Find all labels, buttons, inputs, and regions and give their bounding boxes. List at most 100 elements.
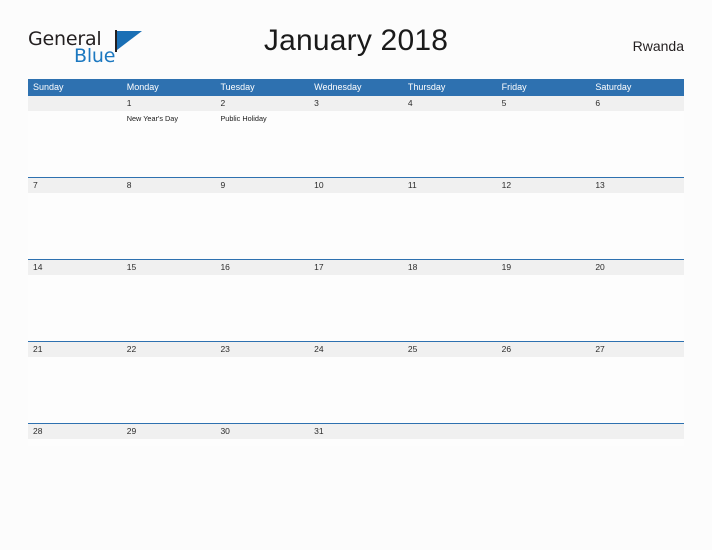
- day-number[interactable]: 21: [28, 342, 122, 357]
- day-number[interactable]: 10: [309, 178, 403, 193]
- day-number[interactable]: 16: [215, 260, 309, 275]
- day-number[interactable]: 19: [497, 260, 591, 275]
- day-cell[interactable]: [122, 193, 216, 196]
- calendar-week-row: 28 29 30 31: [28, 423, 684, 446]
- calendar-week-row: 14 15 16 17 18 19 20: [28, 259, 684, 341]
- date-number-band: 21 22 23 24 25 26 27: [28, 342, 684, 357]
- day-number-empty: [403, 424, 497, 439]
- day-cell[interactable]: [215, 439, 309, 442]
- weekday-header-monday: Monday: [126, 82, 159, 92]
- event-band: [28, 439, 684, 442]
- day-cell: [590, 439, 684, 442]
- day-number[interactable]: 26: [497, 342, 591, 357]
- page-title: January 2018: [263, 24, 449, 57]
- day-number[interactable]: 1: [122, 96, 216, 111]
- day-cell: [28, 111, 122, 124]
- event-label: New Year's Day: [126, 114, 178, 123]
- weekday-header-friday: Friday: [501, 82, 527, 92]
- day-cell[interactable]: [309, 111, 403, 124]
- date-number-band: 28 29 30 31: [28, 424, 684, 439]
- calendar-week-row: 1 2 3 4 5 6 New Year's Day Public Holiday: [28, 96, 684, 177]
- day-cell[interactable]: [28, 439, 122, 442]
- date-number-band: 7 8 9 10 11 12 13: [28, 178, 684, 193]
- day-cell[interactable]: [403, 275, 497, 278]
- day-number[interactable]: 9: [215, 178, 309, 193]
- day-cell[interactable]: [497, 193, 591, 196]
- calendar-weeks: 1 2 3 4 5 6 New Year's Day Public Holiday 7 8 9 10 1…: [28, 96, 684, 446]
- calendar-week-row: 21 22 23 24 25 26 27: [28, 341, 684, 423]
- day-cell[interactable]: [122, 275, 216, 278]
- day-cell[interactable]: [590, 193, 684, 196]
- day-cell[interactable]: [497, 275, 591, 278]
- day-cell[interactable]: [28, 193, 122, 196]
- day-number[interactable]: 30: [215, 424, 309, 439]
- day-cell[interactable]: [309, 193, 403, 196]
- day-cell[interactable]: [28, 275, 122, 278]
- calendar-week-row: 7 8 9 10 11 12 13: [28, 177, 684, 259]
- day-cell[interactable]: [215, 357, 309, 360]
- region-label: Rwanda: [632, 38, 684, 54]
- day-number[interactable]: 7: [28, 178, 122, 193]
- day-number[interactable]: 27: [590, 342, 684, 357]
- day-cell[interactable]: [122, 357, 216, 360]
- day-number[interactable]: 11: [403, 178, 497, 193]
- day-number[interactable]: 5: [497, 96, 591, 111]
- day-number[interactable]: 8: [122, 178, 216, 193]
- day-number[interactable]: 2: [215, 96, 309, 111]
- day-number-empty: [497, 424, 591, 439]
- day-cell[interactable]: [403, 193, 497, 196]
- day-number-empty: [28, 96, 122, 111]
- weekday-header-wednesday: Wednesday: [314, 82, 362, 92]
- day-cell[interactable]: Public Holiday: [215, 111, 309, 124]
- day-number[interactable]: 4: [403, 96, 497, 111]
- day-cell[interactable]: [309, 357, 403, 360]
- day-cell[interactable]: [497, 111, 591, 124]
- day-cell[interactable]: [403, 111, 497, 124]
- day-cell[interactable]: [122, 439, 216, 442]
- day-cell[interactable]: [497, 357, 591, 360]
- weekday-header-sunday: Sunday: [33, 82, 64, 92]
- day-number-empty: [590, 424, 684, 439]
- day-number[interactable]: 20: [590, 260, 684, 275]
- day-cell: [497, 439, 591, 442]
- calendar-grid: Sunday Monday Tuesday Wednesday Thursday Frid…: [28, 79, 684, 446]
- day-cell[interactable]: [403, 357, 497, 360]
- day-cell[interactable]: [28, 357, 122, 360]
- day-cell[interactable]: [590, 357, 684, 360]
- day-number[interactable]: 6: [590, 96, 684, 111]
- day-number[interactable]: 24: [309, 342, 403, 357]
- day-number[interactable]: 31: [309, 424, 403, 439]
- day-number[interactable]: 18: [403, 260, 497, 275]
- calendar-page: General Blue January 2018 Rwanda Sunday M…: [0, 0, 712, 550]
- date-number-band: 14 15 16 17 18 19 20: [28, 260, 684, 275]
- day-number[interactable]: 12: [497, 178, 591, 193]
- day-number[interactable]: 22: [122, 342, 216, 357]
- day-cell[interactable]: [309, 439, 403, 442]
- day-number[interactable]: 28: [28, 424, 122, 439]
- weekday-header-thursday: Thursday: [407, 82, 446, 92]
- day-number[interactable]: 23: [215, 342, 309, 357]
- day-number[interactable]: 13: [590, 178, 684, 193]
- event-band: [28, 357, 684, 360]
- weekday-header-saturday: Saturday: [595, 82, 632, 92]
- event-band: New Year's Day Public Holiday: [28, 111, 684, 124]
- day-cell: [403, 439, 497, 442]
- day-number[interactable]: 14: [28, 260, 122, 275]
- day-number[interactable]: 3: [309, 96, 403, 111]
- date-number-band: 123456: [28, 96, 684, 111]
- day-number[interactable]: 15: [122, 260, 216, 275]
- event-band: [28, 193, 684, 196]
- day-number[interactable]: 17: [309, 260, 403, 275]
- day-cell[interactable]: [309, 275, 403, 278]
- day-number[interactable]: 29: [122, 424, 216, 439]
- event-band: [28, 275, 684, 278]
- page-header: General Blue January 2018 Rwanda: [28, 24, 684, 70]
- day-cell[interactable]: [590, 111, 684, 124]
- day-cell[interactable]: [215, 193, 309, 196]
- weekday-header-tuesday: Tuesday: [220, 82, 255, 92]
- day-cell[interactable]: [590, 275, 684, 278]
- weekday-header-row: Sunday Monday Tuesday Wednesday Thursday Frid…: [28, 79, 684, 96]
- day-cell[interactable]: New Year's Day: [122, 111, 216, 124]
- day-number[interactable]: 25: [403, 342, 497, 357]
- day-cell[interactable]: [215, 275, 309, 278]
